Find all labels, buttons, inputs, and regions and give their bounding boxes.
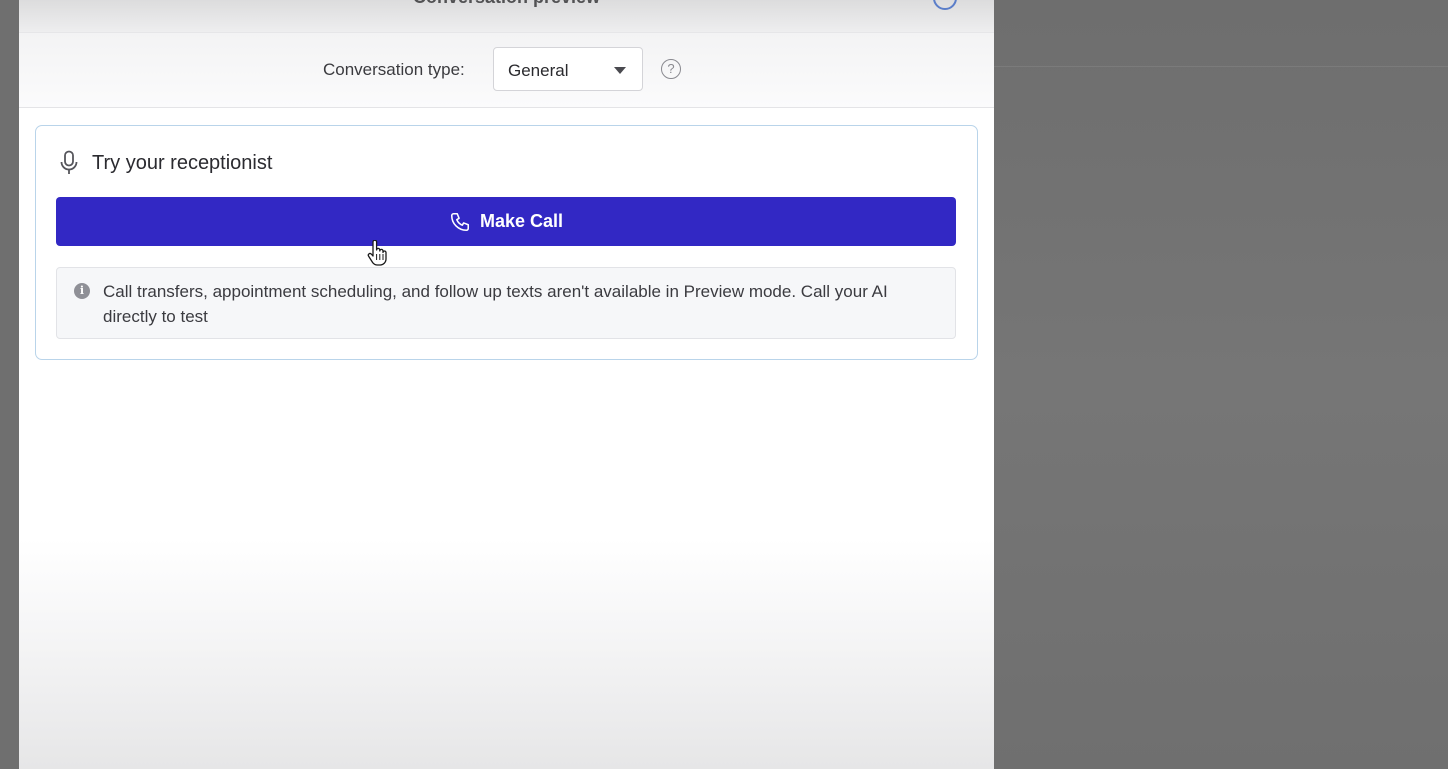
chevron-down-icon: [614, 67, 626, 74]
phone-icon: [450, 212, 470, 232]
info-icon: i: [74, 283, 90, 299]
hand-pointer-icon: [367, 240, 387, 266]
conversation-type-value: General: [508, 61, 569, 80]
panel-title: Conversation preview: [19, 0, 994, 8]
backdrop-divider: [994, 66, 1448, 67]
panel-header: Conversation preview: [19, 0, 994, 33]
notice-text: Call transfers, appointment scheduling, …: [103, 282, 888, 326]
card-title: Try your receptionist: [92, 152, 273, 174]
preview-mode-notice: i Call transfers, appointment scheduling…: [56, 267, 956, 339]
make-call-button[interactable]: Make Call: [56, 197, 956, 246]
close-icon[interactable]: [933, 0, 957, 10]
backdrop-left: [0, 0, 19, 769]
conversation-type-row: Conversation type: General ?: [19, 33, 994, 108]
help-circle-icon[interactable]: ?: [661, 59, 681, 79]
try-receptionist-card: Try your receptionist Make Call i Call t…: [35, 125, 978, 360]
conversation-type-label: Conversation type:: [323, 60, 465, 79]
conversation-type-select[interactable]: General: [493, 47, 643, 91]
conversation-preview-panel: Conversation preview Conversation type: …: [19, 0, 994, 769]
make-call-label: Make Call: [480, 211, 564, 231]
microphone-icon: [60, 150, 78, 174]
